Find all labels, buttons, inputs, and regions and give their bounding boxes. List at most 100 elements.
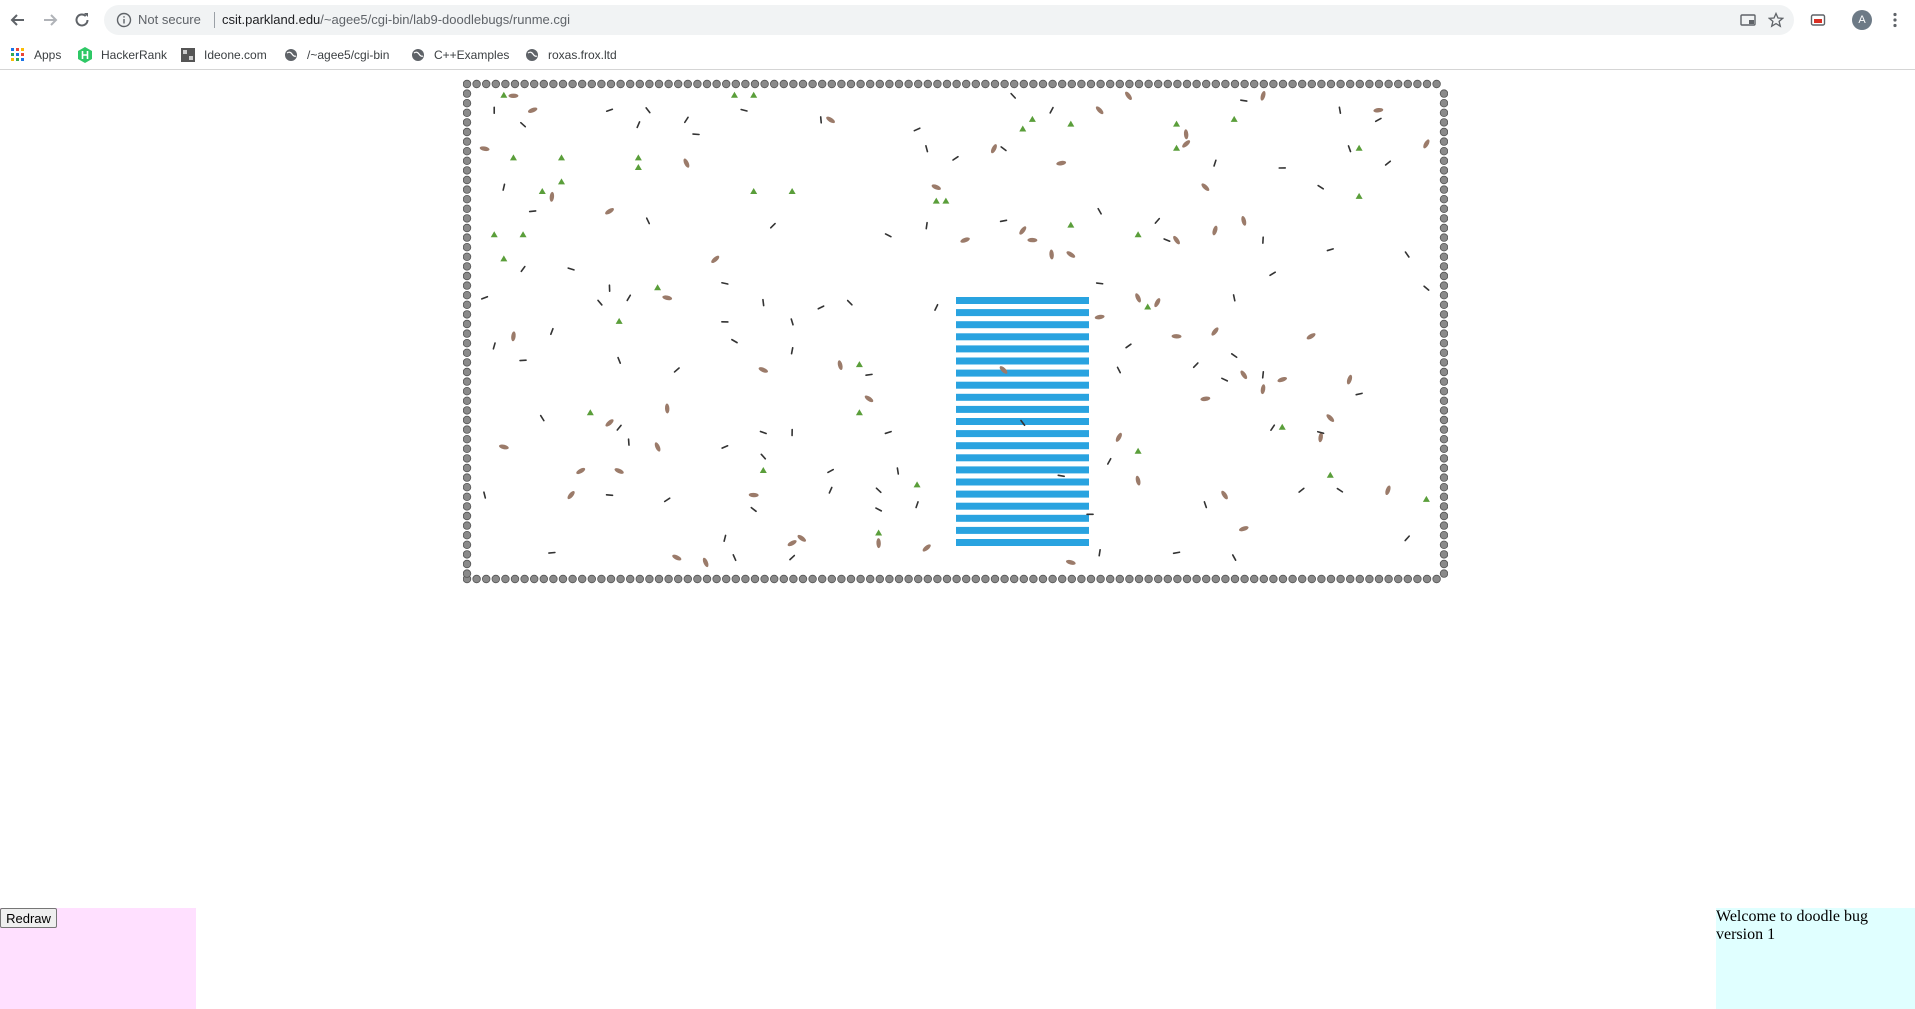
wall-rock bbox=[856, 79, 865, 89]
wall-rock bbox=[1439, 175, 1448, 185]
ant bbox=[1116, 366, 1122, 374]
ant bbox=[865, 373, 873, 377]
ant bbox=[663, 497, 671, 503]
doodlebug bbox=[1027, 237, 1038, 243]
security-label[interactable]: Not secure bbox=[138, 12, 201, 28]
forward-button[interactable] bbox=[37, 7, 63, 33]
doodlebug bbox=[1212, 225, 1218, 236]
ant bbox=[539, 414, 545, 422]
bookmark-apps[interactable]: Apps bbox=[10, 45, 61, 65]
wall-rock bbox=[1048, 574, 1057, 584]
doodlebug bbox=[1211, 327, 1219, 336]
wall-rock bbox=[635, 574, 644, 584]
bookmark-hackerrank[interactable]: HackerRank bbox=[77, 45, 167, 65]
bookmark-cgi-bin[interactable]: /~agee5/cgi-bin bbox=[283, 45, 389, 65]
browser-menu-button[interactable] bbox=[1886, 10, 1904, 30]
wall-rock bbox=[1439, 415, 1448, 425]
ant bbox=[520, 265, 526, 273]
wall-rock bbox=[1307, 79, 1316, 89]
wall-rock bbox=[1422, 79, 1432, 89]
wall-rock bbox=[1250, 574, 1259, 584]
wall-rock bbox=[664, 79, 673, 89]
bush bbox=[750, 188, 758, 195]
reload-button[interactable] bbox=[69, 7, 95, 33]
doodlebug bbox=[1241, 216, 1247, 226]
ant bbox=[1270, 424, 1276, 431]
profile-avatar[interactable]: A bbox=[1852, 10, 1872, 30]
forward-icon bbox=[44, 14, 58, 26]
ant bbox=[925, 145, 929, 153]
wall-rock bbox=[770, 79, 779, 89]
ant bbox=[790, 318, 794, 326]
bush bbox=[586, 409, 594, 416]
redraw-button[interactable]: Redraw bbox=[0, 908, 57, 928]
wall-rock bbox=[952, 79, 961, 89]
doodlebug bbox=[605, 419, 614, 427]
info-icon[interactable] bbox=[116, 12, 132, 28]
wall-rock bbox=[463, 108, 472, 117]
wall-rock bbox=[673, 574, 683, 584]
wall-rock bbox=[1029, 574, 1038, 584]
bookmark-ideone[interactable]: Ideone.com bbox=[180, 45, 267, 65]
bookmark-roxas[interactable]: roxas.frox.ltd bbox=[524, 45, 617, 65]
ant bbox=[759, 430, 767, 435]
bookmark-cpp-examples[interactable]: C++Examples bbox=[410, 45, 509, 65]
ant bbox=[884, 233, 892, 238]
url-text[interactable]: csit.parkland.edu/~agee5/cgi-bin/lab9-do… bbox=[222, 12, 570, 28]
wall-rock bbox=[1125, 79, 1134, 89]
bar-segment bbox=[956, 309, 1089, 317]
wall-rock bbox=[482, 574, 491, 584]
bush bbox=[1422, 495, 1430, 502]
wall-rock bbox=[1173, 79, 1182, 89]
back-button[interactable] bbox=[5, 7, 31, 33]
wall-rock bbox=[463, 233, 472, 242]
wall-rock bbox=[1326, 574, 1336, 584]
wall-rock bbox=[1106, 574, 1115, 584]
wall-rock bbox=[904, 79, 913, 89]
wall-rock bbox=[1439, 214, 1448, 223]
extension-button[interactable] bbox=[1808, 10, 1828, 30]
wall-rock bbox=[577, 79, 587, 89]
wall-rock bbox=[1439, 291, 1448, 300]
address-bar[interactable]: Not secure csit.parkland.edu/~agee5/cgi-… bbox=[104, 5, 1794, 35]
doodlebug bbox=[1173, 235, 1180, 245]
wall-rock bbox=[1439, 195, 1448, 204]
bush bbox=[500, 255, 508, 262]
doodlebug bbox=[614, 468, 624, 474]
ideone-icon bbox=[180, 47, 196, 63]
cast-button[interactable] bbox=[1738, 10, 1758, 30]
wall-rock bbox=[1202, 79, 1211, 89]
apps-grid-icon bbox=[10, 47, 26, 63]
cast-icon bbox=[1740, 14, 1756, 26]
bar-segment bbox=[956, 321, 1089, 329]
ant bbox=[1423, 285, 1430, 291]
wall-rock bbox=[520, 574, 529, 584]
ant bbox=[616, 424, 622, 431]
wall-rock bbox=[1182, 79, 1192, 89]
wall-rock bbox=[1086, 574, 1096, 584]
wall-rock bbox=[894, 574, 904, 584]
ant bbox=[483, 491, 487, 499]
wall-rock bbox=[1439, 166, 1448, 175]
bookmark-star-button[interactable] bbox=[1766, 10, 1786, 30]
doodlebug bbox=[1182, 140, 1191, 148]
ant bbox=[626, 294, 632, 302]
wall-rock bbox=[1365, 79, 1374, 89]
ant bbox=[740, 108, 748, 112]
bar-segment bbox=[956, 490, 1089, 498]
wall-rock bbox=[1038, 574, 1048, 584]
doodlebug bbox=[1019, 226, 1027, 235]
ant bbox=[952, 155, 959, 161]
wall-rock bbox=[1439, 444, 1448, 453]
wall-rock bbox=[463, 147, 472, 156]
wall-rock bbox=[1439, 463, 1448, 473]
doodlebug bbox=[605, 208, 614, 215]
ant bbox=[875, 487, 882, 494]
wall-rock bbox=[914, 574, 923, 584]
wall-rock bbox=[1278, 79, 1288, 89]
doodlebug bbox=[479, 146, 490, 152]
doodlebug bbox=[508, 93, 519, 99]
doodlebug bbox=[702, 557, 709, 568]
ant bbox=[567, 267, 575, 271]
wall-rock bbox=[1144, 574, 1153, 584]
